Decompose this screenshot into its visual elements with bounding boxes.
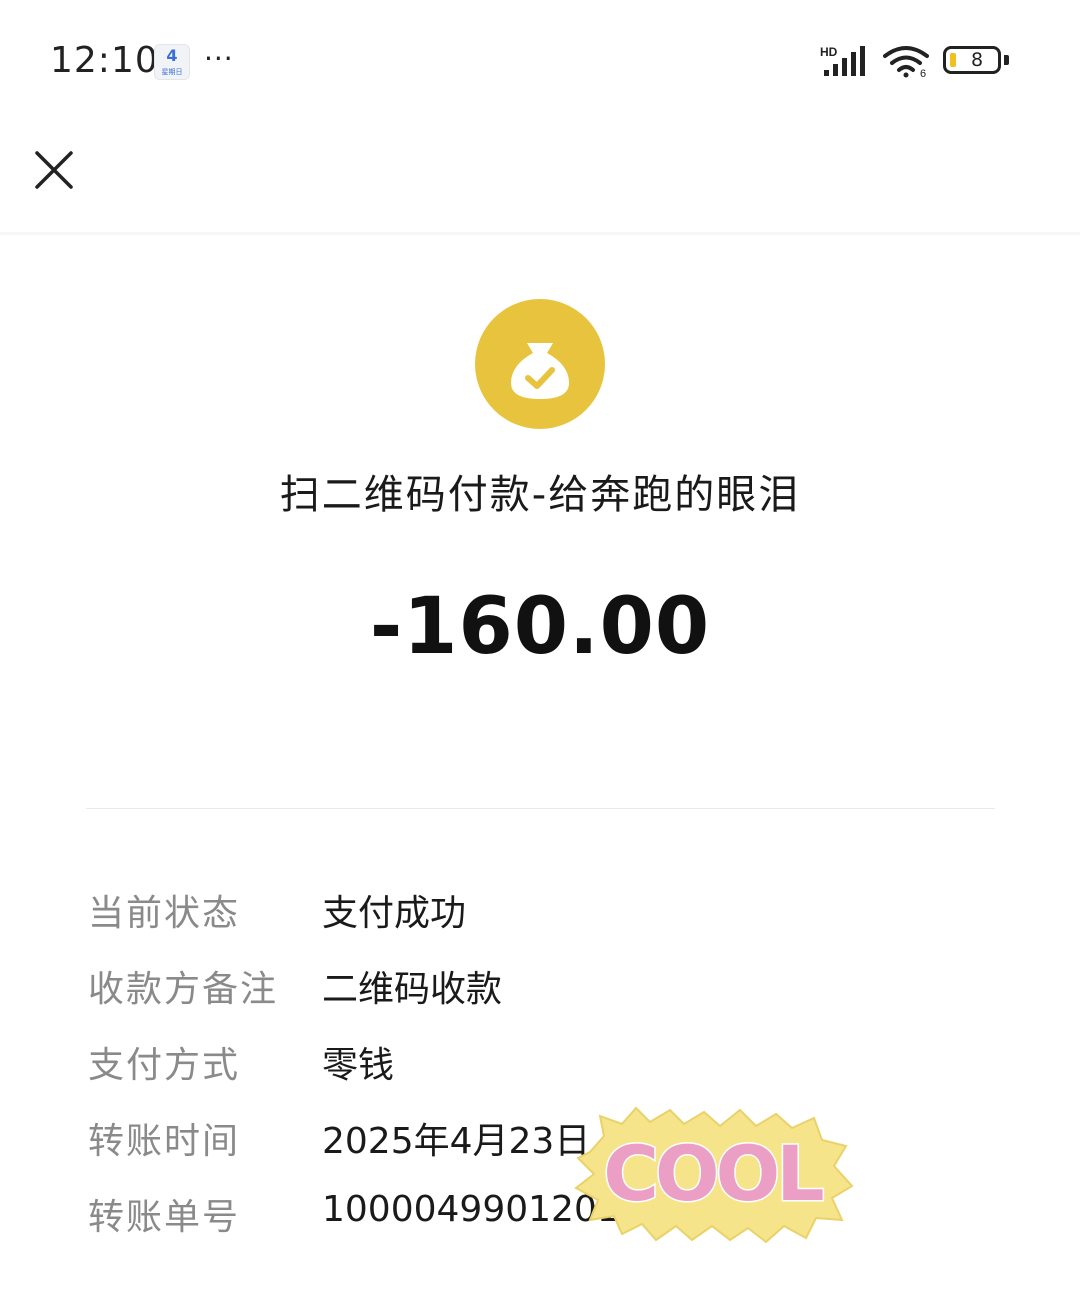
status-time: 12:10: [50, 40, 159, 81]
transfer-number-label: 转账单号: [88, 1197, 241, 1238]
details-divider: [86, 808, 995, 809]
money-bag-check-icon: [475, 299, 605, 429]
payment-method-value: 零钱: [322, 1045, 395, 1086]
calendar-day: 4: [166, 46, 178, 65]
status-label: 当前状态: [88, 893, 241, 934]
payment-method-label: 支付方式: [88, 1045, 241, 1086]
battery-percent: 8: [970, 49, 984, 71]
status-bar: 12:10 4 星期日 ··· HD 6 8: [0, 0, 1080, 120]
calendar-weekday: 星期日: [161, 68, 183, 76]
more-notifications-icon: ···: [204, 42, 234, 75]
sticker-text: COOL: [603, 1129, 823, 1218]
signal-icon: HD: [820, 45, 865, 76]
payee-note-label: 收款方备注: [88, 969, 279, 1010]
transfer-time-label: 转账时间: [88, 1121, 241, 1162]
transfer-time-value: 2025年4月23日: [322, 1121, 591, 1162]
wifi-icon: 6: [883, 46, 929, 78]
network-type-label: HD: [820, 45, 838, 59]
battery-level: [950, 53, 956, 67]
calendar-icon: 4 星期日: [154, 44, 190, 80]
transaction-title: 扫二维码付款-给奔跑的眼泪: [279, 472, 801, 518]
wifi-band-label: 6: [920, 68, 926, 78]
cool-sticker: COOL: [574, 1106, 854, 1244]
battery-icon: 8: [943, 46, 1001, 74]
close-icon[interactable]: [30, 146, 78, 194]
header-divider: [0, 232, 1080, 235]
transaction-amount: -160.00: [369, 582, 711, 672]
payee-note-value: 二维码收款: [322, 969, 503, 1010]
status-value: 支付成功: [322, 893, 467, 934]
battery-cap: [1004, 55, 1009, 65]
